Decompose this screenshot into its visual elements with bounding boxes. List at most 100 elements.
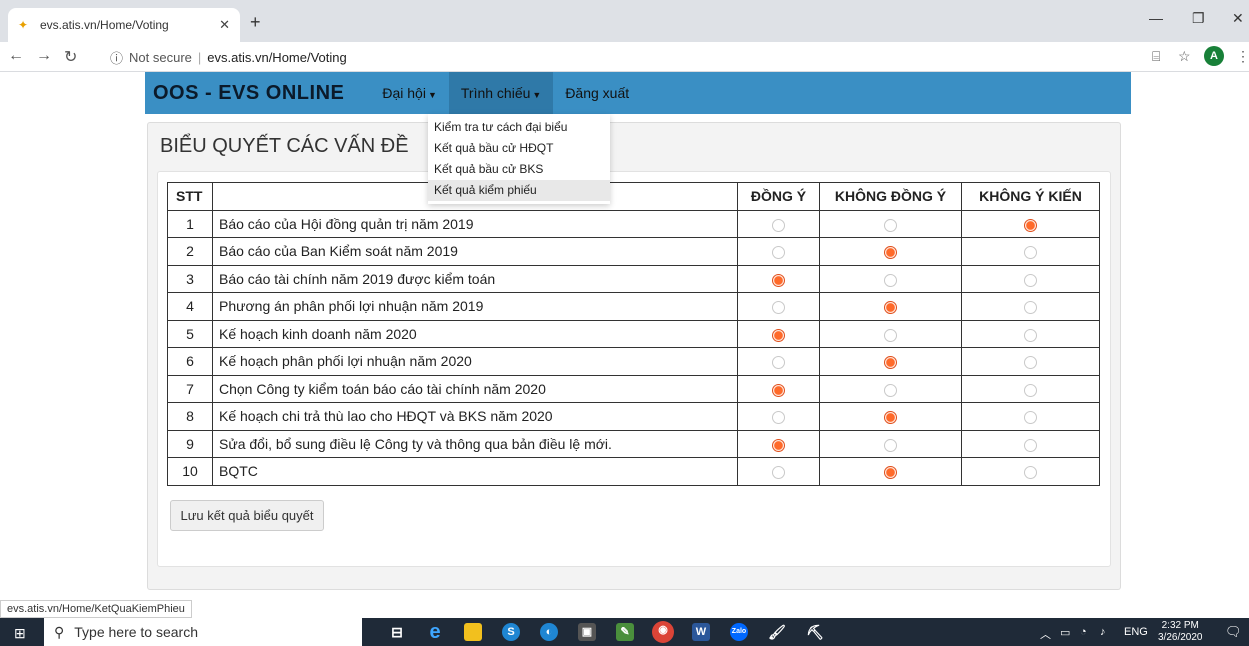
radio-no-opinion[interactable] (1024, 218, 1037, 232)
tray-chevron-icon[interactable]: ︿ (1040, 626, 1051, 642)
radio-agree[interactable] (772, 383, 785, 397)
app-window-icon[interactable]: ▣ (578, 623, 596, 641)
taskbar-search[interactable]: ⚲ Type here to search (44, 618, 362, 646)
nav-trinh-chieu-label: Trình chiếu (460, 85, 531, 101)
bookmark-star-icon[interactable]: ☆ (1178, 48, 1191, 65)
notification-icon[interactable]: 🗨 (1225, 624, 1242, 640)
radio-disagree[interactable] (884, 383, 897, 397)
radio-agree[interactable] (772, 301, 785, 315)
paint-icon[interactable]: ✎ (616, 623, 634, 641)
radio-cell-no-opinion (961, 347, 1100, 376)
radio-disagree[interactable] (884, 328, 897, 342)
radio-disagree[interactable] (884, 301, 897, 315)
clock-time: 2:32 PM (1161, 620, 1199, 631)
tab-close-icon[interactable]: ✕ (219, 17, 230, 33)
restore-icon[interactable]: ❐ (1192, 10, 1205, 27)
radio-no-opinion[interactable] (1024, 356, 1037, 370)
language-indicator[interactable]: ENG (1124, 626, 1148, 638)
header-disagree: KHÔNG ĐỒNG Ý (819, 182, 962, 211)
file-explorer-icon[interactable] (464, 623, 482, 641)
radio-cell-agree (737, 264, 820, 293)
skype-icon[interactable]: S (502, 623, 520, 641)
new-tab-button[interactable]: + (250, 12, 261, 33)
windows-taskbar: ⊞ ⚲ Type here to search ⊟ e S ◐ ▣ ✎ ◉ W … (0, 618, 1249, 646)
radio-no-opinion[interactable] (1024, 411, 1037, 425)
save-vote-button[interactable]: Lưu kết quả biểu quyết (170, 500, 324, 531)
radio-no-opinion[interactable] (1024, 466, 1037, 480)
radio-disagree[interactable] (884, 356, 897, 370)
word-icon[interactable]: W (692, 623, 710, 641)
radio-cell-no-opinion (961, 374, 1100, 403)
wifi-icon[interactable]: ◔ (1080, 626, 1087, 638)
radio-agree[interactable] (772, 246, 785, 260)
table-row: 5 Kế hoạch kinh doanh năm 2020 (167, 319, 1100, 348)
radio-no-opinion[interactable] (1024, 438, 1037, 452)
radio-no-opinion[interactable] (1024, 301, 1037, 315)
menu-item-kiem-tra-tu-cach[interactable]: Kiểm tra tư cách đại biểu (428, 117, 610, 138)
address-bar[interactable]: ⓘ Not secure | evs.atis.vn/Home/Voting (110, 45, 1180, 69)
app-icon[interactable]: ◐ (540, 623, 558, 641)
page-title: BIỂU QUYẾT CÁC VẤN ĐỀ (160, 135, 409, 157)
windows-start-icon[interactable]: ⊞ (14, 625, 26, 642)
minimize-icon[interactable]: — (1149, 10, 1163, 26)
radio-disagree[interactable] (884, 246, 897, 260)
radio-cell-disagree (819, 374, 962, 403)
nav-dang-xuat[interactable]: Đăng xuất (553, 72, 641, 114)
radio-no-opinion[interactable] (1024, 273, 1037, 287)
battery-icon[interactable]: ▭ (1060, 626, 1070, 639)
close-window-icon[interactable]: ✕ (1232, 10, 1244, 27)
radio-no-opinion[interactable] (1024, 383, 1037, 397)
nav-dai-hoi-label: Đại hội (382, 85, 426, 101)
radio-agree[interactable] (772, 438, 785, 452)
radio-no-opinion[interactable] (1024, 246, 1037, 260)
omnibox-separator: | (197, 49, 202, 65)
edge-browser-icon[interactable]: e (426, 622, 444, 642)
radio-agree[interactable] (772, 356, 785, 370)
row-stt: 10 (167, 457, 213, 486)
radio-disagree[interactable] (884, 411, 897, 425)
nav-dai-hoi[interactable]: Đại hội ▼ (370, 72, 449, 114)
browser-toolbar: ← → ↻ ⓘ Not secure | evs.atis.vn/Home/Vo… (0, 42, 1249, 72)
table-row: 8 Kế hoạch chi trả thù lao cho HĐQT và BK… (167, 402, 1100, 431)
radio-disagree[interactable] (884, 438, 897, 452)
radio-no-opinion[interactable] (1024, 328, 1037, 342)
radio-agree[interactable] (772, 466, 785, 480)
radio-cell-no-opinion (961, 237, 1100, 266)
site-navbar: OOS - EVS ONLINE Đại hội ▼ Trình chiếu ▼ Đ… (145, 72, 1131, 114)
radio-agree[interactable] (772, 328, 785, 342)
menu-item-ket-qua-hdqt[interactable]: Kết quả bầu cử HĐQT (428, 138, 610, 159)
radio-cell-no-opinion (961, 402, 1100, 431)
radio-disagree[interactable] (884, 218, 897, 232)
radio-agree[interactable] (772, 218, 785, 232)
info-icon[interactable]: ⓘ (110, 48, 123, 67)
radio-agree[interactable] (772, 273, 785, 287)
row-content: Báo cáo tài chính năm 2019 được kiểm toá… (212, 264, 738, 293)
row-stt: 1 (167, 209, 213, 238)
menu-item-ket-qua-kiem-phieu[interactable]: Kết quả kiểm phiếu (428, 180, 610, 201)
translate-icon[interactable]: ⌸ (1152, 48, 1160, 65)
nav-trinh-chieu[interactable]: Trình chiếu ▼ (448, 72, 554, 114)
site-brand[interactable]: OOS - EVS ONLINE (153, 82, 344, 105)
paint-brush-icon[interactable]: 🖌 (768, 623, 786, 641)
profile-avatar[interactable]: A (1204, 46, 1224, 66)
task-view-icon[interactable]: ⊟ (388, 623, 406, 641)
menu-item-ket-qua-bks[interactable]: Kết quả bầu cử BKS (428, 159, 610, 180)
forward-icon[interactable]: → (36, 47, 52, 65)
chrome-icon[interactable]: ◉ (652, 621, 674, 643)
menu-kebab-icon[interactable]: ⋮ (1236, 48, 1249, 65)
tool-icon[interactable]: ⛏ (806, 623, 824, 641)
volume-icon[interactable]: ♪ (1100, 626, 1106, 638)
radio-cell-agree (737, 402, 820, 431)
browser-tab[interactable]: ✦ evs.atis.vn/Home/Voting ✕ (8, 8, 240, 42)
radio-disagree[interactable] (884, 273, 897, 287)
radio-agree[interactable] (772, 411, 785, 425)
row-content: Kế hoạch phân phối lợi nhuận năm 2020 (212, 347, 738, 376)
taskbar-clock[interactable]: 2:32 PM 3/26/2020 (1158, 620, 1203, 644)
back-icon[interactable]: ← (8, 47, 24, 65)
browser-tabstrip: ✦ evs.atis.vn/Home/Voting ✕ + — ❐ ✕ (0, 0, 1249, 42)
reload-icon[interactable]: ↻ (64, 47, 77, 67)
table-row: 9 Sửa đổi, bổ sung điều lệ Công ty và thô… (167, 429, 1100, 458)
table-row: 1 Báo cáo của Hội đồng quản trị năm 2019 (167, 209, 1100, 238)
radio-disagree[interactable] (884, 466, 897, 480)
zalo-icon[interactable]: Zalo (730, 623, 748, 641)
